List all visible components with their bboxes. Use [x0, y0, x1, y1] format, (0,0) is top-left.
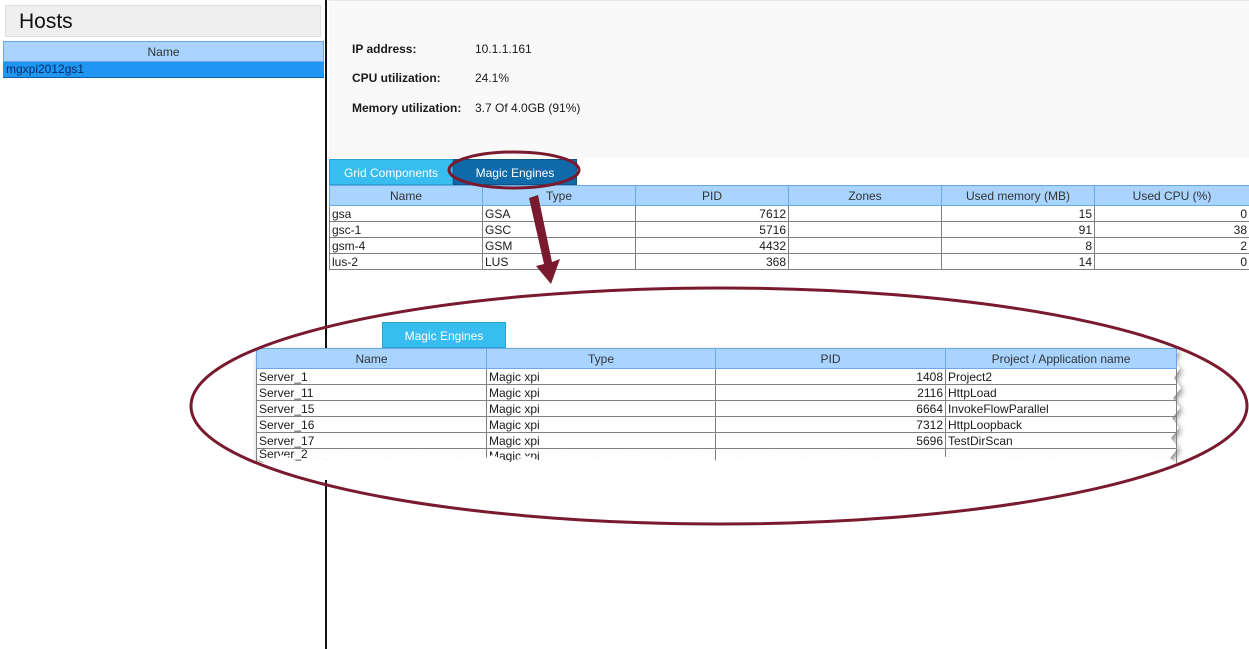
cell-project: TestDirScan [945, 432, 1177, 449]
memory-utilization-value: 3.7 Of 4.0GB (91%) [475, 101, 581, 115]
magic-engines-table: Name Type PID Project / Application name… [256, 348, 1177, 463]
ip-address-value: 10.1.1.161 [475, 42, 532, 56]
cell-zones [788, 221, 942, 238]
cell-type: Magic xpi [486, 400, 716, 417]
table-row[interactable]: Server_16 Magic xpi 7312 HttpLoopback [256, 416, 1177, 433]
column-header-pid[interactable]: PID [715, 348, 946, 369]
cell-name: Server_16 [256, 416, 487, 433]
cell-type: Magic xpi [486, 368, 716, 385]
cell-project: HttpLoopback [945, 416, 1177, 433]
cell-zones [788, 205, 942, 222]
tab-magic-engines[interactable]: Magic Engines [453, 159, 577, 185]
column-header-type[interactable]: Type [482, 185, 636, 206]
cell-name: gsm-4 [329, 237, 483, 254]
cell-pid: 7612 [635, 205, 789, 222]
cell-name: Server_15 [256, 400, 487, 417]
cell-project [945, 448, 1177, 463]
cell-pid: 6664 [715, 400, 946, 417]
hosts-title: Hosts [5, 5, 321, 37]
cpu-utilization-label: CPU utilization: [352, 71, 441, 85]
cell-pid: 2116 [715, 384, 946, 401]
table-row[interactable]: Server_1 Magic xpi 1408 Project2 [256, 368, 1177, 385]
cell-name: gsc-1 [329, 221, 483, 238]
column-header-zones[interactable]: Zones [788, 185, 942, 206]
cell-name: gsa [329, 205, 483, 222]
cell-type: Magic xpi [486, 432, 716, 449]
hosts-grid: Name mgxpi2012gs1 [3, 41, 324, 78]
hosts-column-header-name[interactable]: Name [3, 41, 324, 62]
cell-type: LUS [482, 253, 636, 270]
cell-used-memory: 8 [941, 237, 1095, 254]
cell-pid: 5716 [635, 221, 789, 238]
cell-used-cpu: 0 [1094, 205, 1249, 222]
cell-used-memory: 15 [941, 205, 1095, 222]
table-row[interactable]: lus-2 LUS 368 14 0 [329, 253, 1249, 270]
cell-pid: 368 [635, 253, 789, 270]
cell-used-memory: 14 [941, 253, 1095, 270]
column-header-name[interactable]: Name [256, 348, 487, 369]
cell-project: HttpLoad [945, 384, 1177, 401]
cell-type: Magic xpi [486, 416, 716, 433]
cell-pid [715, 448, 946, 463]
cell-name: Server_2 [256, 448, 487, 463]
cell-type: GSA [482, 205, 636, 222]
cell-type: Magic xpi [486, 384, 716, 401]
cell-project: InvokeFlowParallel [945, 400, 1177, 417]
grid-components-table: Name Type PID Zones Used memory (MB) Use… [329, 185, 1249, 270]
cell-used-memory: 91 [941, 221, 1095, 238]
host-row[interactable]: mgxpi2012gs1 [3, 62, 324, 78]
cell-zones [788, 253, 942, 270]
cell-used-cpu: 2 [1094, 237, 1249, 254]
cpu-utilization-value: 24.1% [475, 71, 510, 85]
column-header-project-name[interactable]: Project / Application name [945, 348, 1177, 369]
table-row[interactable]: Server_11 Magic xpi 2116 HttpLoad [256, 384, 1177, 401]
cell-used-cpu: 0 [1094, 253, 1249, 270]
cell-pid: 4432 [635, 237, 789, 254]
cell-name: Server_17 [256, 432, 487, 449]
cell-type: Magic xpi [486, 448, 716, 463]
cell-zones [788, 237, 942, 254]
cell-name: Server_1 [256, 368, 487, 385]
table-row[interactable]: Server_2 Magic xpi [256, 448, 1177, 463]
cell-name: Server_11 [256, 384, 487, 401]
cell-pid: 1408 [715, 368, 946, 385]
column-header-name[interactable]: Name [329, 185, 483, 206]
table-row[interactable]: Server_15 Magic xpi 6664 InvokeFlowParal… [256, 400, 1177, 417]
table-row[interactable]: Server_17 Magic xpi 5696 TestDirScan [256, 432, 1177, 449]
column-header-used-cpu[interactable]: Used CPU (%) [1094, 185, 1249, 206]
cell-project: Project2 [945, 368, 1177, 385]
memory-utilization-label: Memory utilization: [352, 101, 462, 115]
column-header-used-memory[interactable]: Used memory (MB) [941, 185, 1095, 206]
cell-name: lus-2 [329, 253, 483, 270]
cell-pid: 7312 [715, 416, 946, 433]
callout-tab-magic-engines[interactable]: Magic Engines [382, 322, 506, 348]
hosts-panel: Hosts Name mgxpi2012gs1 [0, 0, 327, 649]
cell-type: GSM [482, 237, 636, 254]
cell-type: GSC [482, 221, 636, 238]
table-row[interactable]: gsc-1 GSC 5716 91 38 [329, 221, 1249, 238]
host-info-section: IP address: 10.1.1.161 CPU utilization: … [329, 0, 1249, 158]
table-row[interactable]: gsm-4 GSM 4432 8 2 [329, 237, 1249, 254]
cell-pid: 5696 [715, 432, 946, 449]
tab-grid-components[interactable]: Grid Components [329, 159, 453, 185]
column-header-type[interactable]: Type [486, 348, 716, 369]
cell-used-cpu: 38 [1094, 221, 1249, 238]
column-header-pid[interactable]: PID [635, 185, 789, 206]
table-row[interactable]: gsa GSA 7612 15 0 [329, 205, 1249, 222]
ip-address-label: IP address: [352, 42, 417, 56]
